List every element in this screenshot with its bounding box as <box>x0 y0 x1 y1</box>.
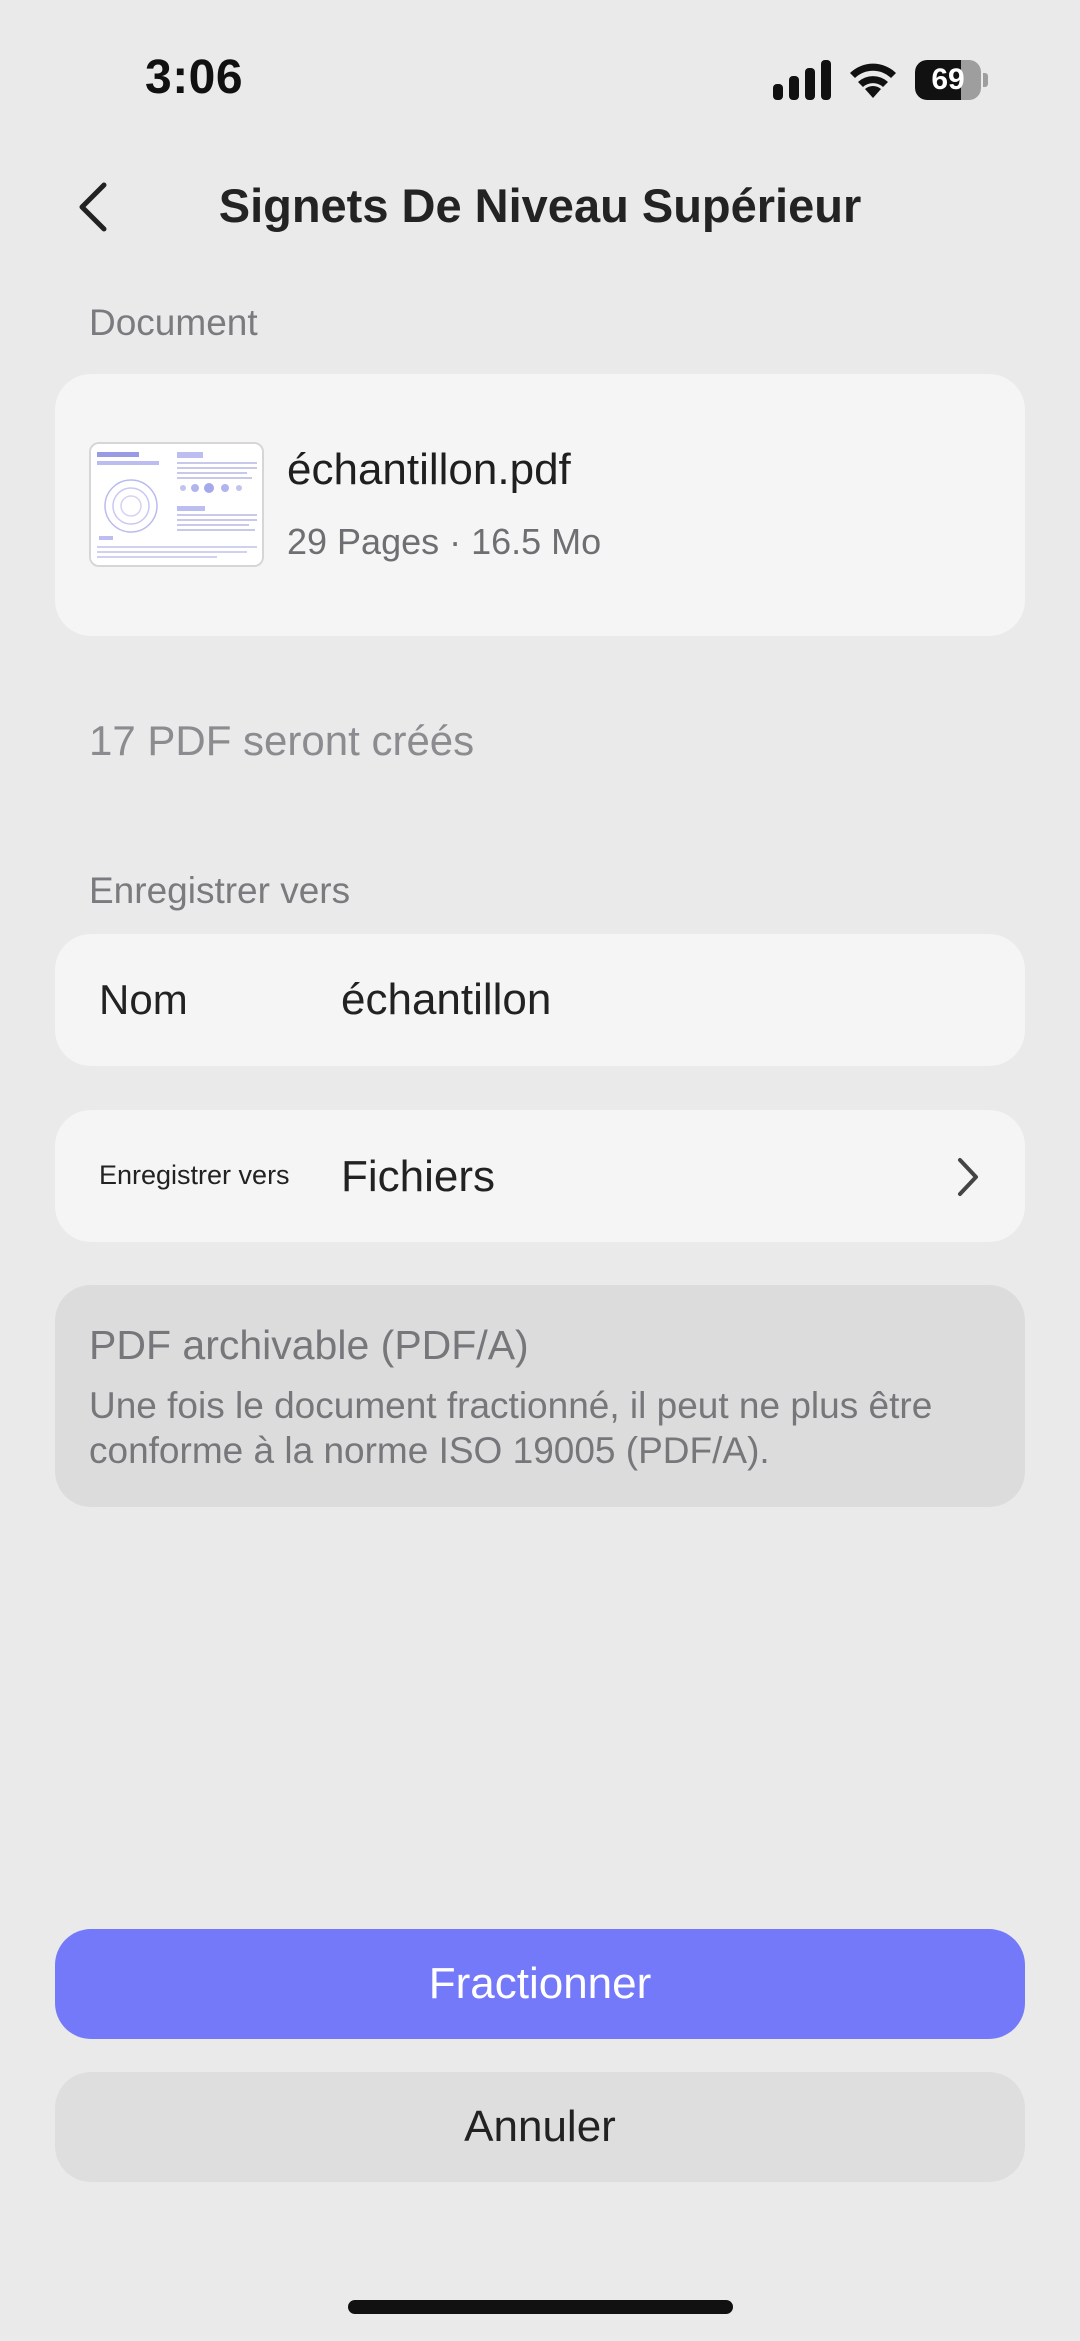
battery-icon: 69 <box>915 60 988 100</box>
name-field[interactable]: échantillon <box>341 975 551 1025</box>
pdfa-description: Une fois le document fractionné, il peut… <box>89 1385 933 1471</box>
save-section-label: Enregistrer vers <box>89 870 351 911</box>
created-count-text: 17 PDF seront créés <box>89 717 475 764</box>
file-meta: 29 Pages · 16.5 Mo <box>287 521 602 562</box>
chevron-right-icon <box>958 1158 978 1196</box>
location-row[interactable]: Enregistrer vers Fichiers <box>55 1110 1025 1242</box>
home-indicator <box>348 2300 733 2314</box>
page-title: Signets De Niveau Supérieur <box>218 179 862 232</box>
name-label: Nom <box>99 976 188 1023</box>
split-button[interactable]: Fractionner <box>55 1929 1025 2039</box>
file-name: échantillon.pdf <box>287 445 571 494</box>
battery-level: 69 <box>931 63 965 96</box>
pdfa-title: PDF archivable (PDF/A) <box>89 1322 529 1368</box>
location-value: Fichiers <box>341 1152 496 1201</box>
cellular-signal-icon <box>773 60 831 100</box>
location-label: Enregistrer vers <box>99 1160 290 1190</box>
name-row[interactable]: Nom échantillon <box>55 934 1025 1066</box>
wifi-icon <box>850 63 896 98</box>
cancel-button[interactable]: Annuler <box>55 2072 1025 2182</box>
document-section-label: Document <box>89 302 258 343</box>
document-thumbnail <box>89 442 264 567</box>
status-time: 3:06 <box>145 51 244 104</box>
